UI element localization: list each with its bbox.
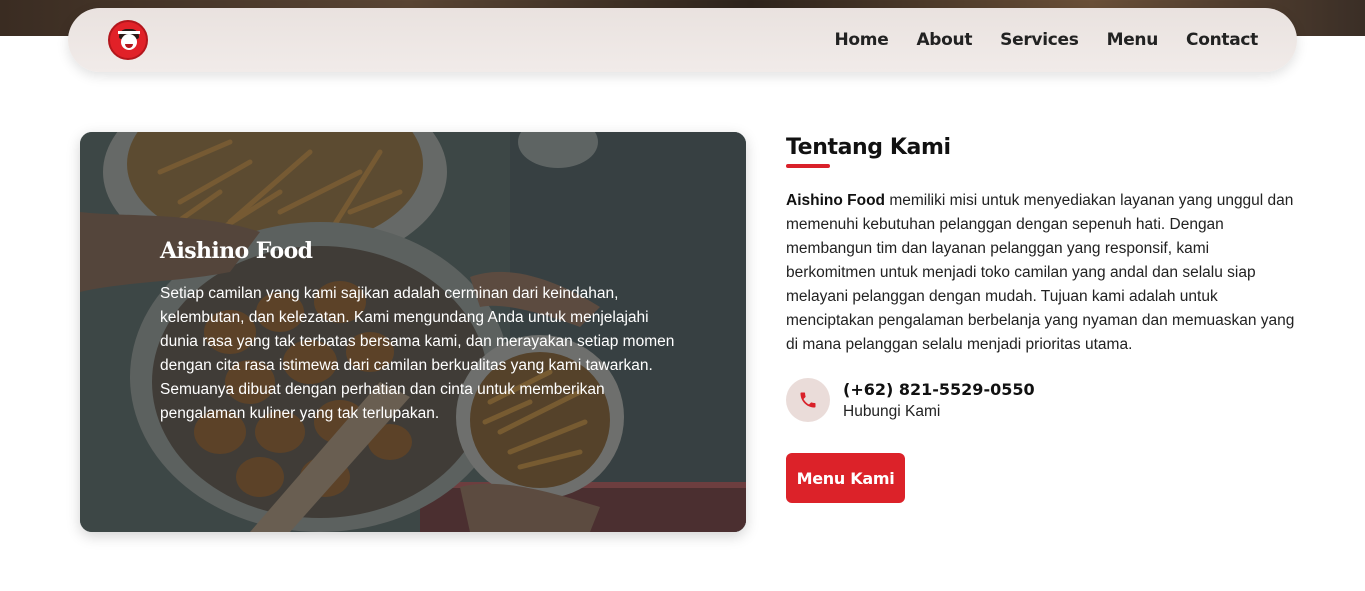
- feature-card: Aishino Food Setiap camilan yang kami sa…: [80, 132, 746, 532]
- phone-number[interactable]: (+62) 821-5529-0550: [843, 380, 1035, 399]
- about-section: Tentang Kami Aishino Food memiliki misi …: [786, 132, 1296, 357]
- menu-kami-button[interactable]: Menu Kami: [786, 453, 905, 503]
- contact-text: (+62) 821-5529-0550 Hubungi Kami: [843, 380, 1035, 421]
- phone-glyph: [800, 392, 816, 408]
- contact-caption: Hubungi Kami: [843, 402, 941, 420]
- nav-link-home[interactable]: Home: [834, 30, 888, 50]
- nav-link-menu[interactable]: Menu: [1107, 30, 1159, 50]
- nav-link-contact[interactable]: Contact: [1186, 30, 1258, 50]
- about-paragraph: Aishino Food memiliki misi untuk menyedi…: [786, 189, 1296, 357]
- feature-title: Aishino Food: [160, 238, 313, 264]
- nav-links: Home About Services Menu Contact: [834, 8, 1258, 72]
- about-text: memiliki misi untuk menyediakan layanan …: [786, 192, 1295, 353]
- about-brand-name: Aishino Food: [786, 192, 886, 209]
- brand-logo[interactable]: [108, 20, 148, 60]
- about-title: Tentang Kami: [786, 135, 951, 160]
- contact-block: (+62) 821-5529-0550 Hubungi Kami: [786, 378, 1035, 422]
- feature-description: Setiap camilan yang kami sajikan adalah …: [160, 285, 675, 422]
- nav-link-about[interactable]: About: [916, 30, 972, 50]
- navbar: Home About Services Menu Contact: [68, 8, 1297, 72]
- phone-icon[interactable]: [786, 378, 830, 422]
- nav-link-services[interactable]: Services: [1000, 30, 1079, 50]
- title-underline: [786, 164, 830, 168]
- logo-headband-shape: [118, 31, 140, 34]
